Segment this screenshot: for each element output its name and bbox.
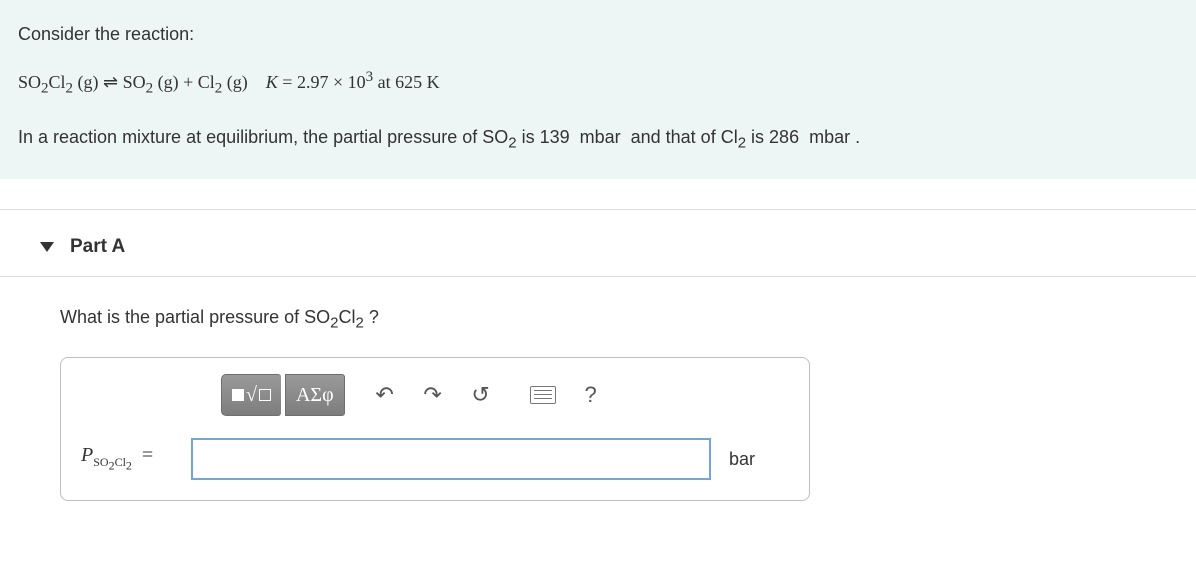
part-label: Part A	[70, 236, 125, 258]
variable-label: PSO2Cl2 =	[81, 444, 181, 473]
problem-statement: Consider the reaction: SO2Cl2 (g) ⇌ SO2 …	[0, 0, 1196, 179]
greek-symbols-icon: ΑΣφ	[296, 384, 334, 407]
help-button[interactable]: ?	[569, 374, 613, 416]
redo-icon: ↷	[423, 382, 441, 408]
problem-intro: Consider the reaction:	[18, 18, 1178, 50]
part-header[interactable]: Part A	[0, 210, 1196, 277]
symbols-button[interactable]: ΑΣφ	[285, 374, 345, 416]
problem-context: In a reaction mixture at equilibrium, th…	[18, 121, 1178, 157]
keyboard-icon	[530, 386, 556, 404]
undo-icon: ↶	[375, 382, 393, 408]
equation-toolbar: √ ΑΣφ ↶ ↷ ↺ ?	[221, 374, 789, 416]
answer-row: PSO2Cl2 = bar	[81, 438, 789, 480]
reset-button[interactable]: ↺	[459, 374, 503, 416]
help-icon: ?	[585, 382, 597, 408]
unit-label: bar	[729, 449, 755, 470]
templates-button[interactable]: √	[221, 374, 281, 416]
root-template-icon: √	[232, 384, 271, 407]
question-text: What is the partial pressure of SO2Cl2 ?	[60, 307, 1176, 332]
problem-equation: SO2Cl2 (g) ⇌ SO2 (g) + Cl2 (g) K = 2.97 …	[18, 64, 1178, 103]
answer-box: √ ΑΣφ ↶ ↷ ↺ ?	[60, 357, 810, 501]
undo-button[interactable]: ↶	[363, 374, 407, 416]
part-body: What is the partial pressure of SO2Cl2 ?…	[0, 277, 1196, 522]
reset-icon: ↺	[471, 382, 489, 408]
answer-input[interactable]	[191, 438, 711, 480]
redo-button[interactable]: ↷	[411, 374, 455, 416]
keyboard-button[interactable]	[521, 374, 565, 416]
caret-down-icon	[40, 242, 54, 252]
